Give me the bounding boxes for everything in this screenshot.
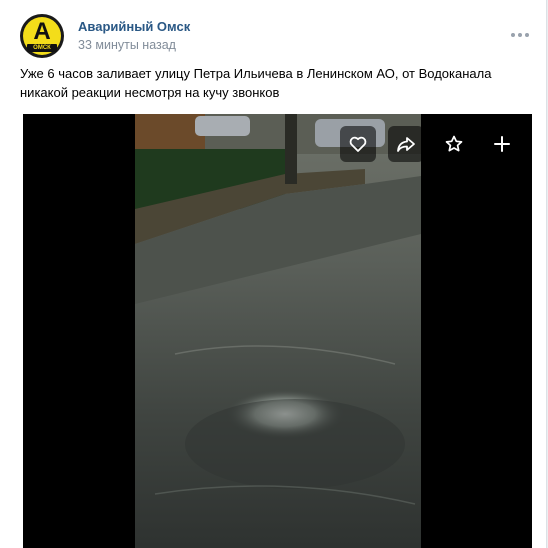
post-time[interactable]: 33 минуты назад [78, 38, 176, 52]
video-frame[interactable] [135, 114, 421, 548]
add-button[interactable] [484, 126, 520, 162]
favorite-button[interactable] [436, 126, 472, 162]
plus-icon [494, 136, 510, 152]
avatar-logo: A ОМСК [23, 17, 61, 55]
share-arrow-icon [397, 137, 415, 152]
post-text: Уже 6 часов заливает улицу Петра Ильичев… [20, 66, 492, 100]
avatar-letter: A [33, 18, 51, 45]
avatar-strip-text: ОМСК [33, 45, 51, 51]
author-name[interactable]: Аварийный Омск [78, 19, 190, 34]
group-avatar[interactable]: A ОМСК [20, 14, 64, 58]
post-header: A ОМСК Аварийный Омск 33 минуты назад [20, 12, 530, 58]
like-button[interactable] [340, 126, 376, 162]
star-icon [445, 135, 463, 152]
avatar-strip: ОМСК [27, 44, 57, 52]
heart-icon [349, 136, 367, 152]
more-options-icon[interactable] [510, 28, 530, 40]
post-card: A ОМСК Аварийный Омск 33 минуты назад Уж… [0, 0, 547, 548]
share-button[interactable] [388, 126, 424, 162]
video-player[interactable] [23, 114, 532, 548]
